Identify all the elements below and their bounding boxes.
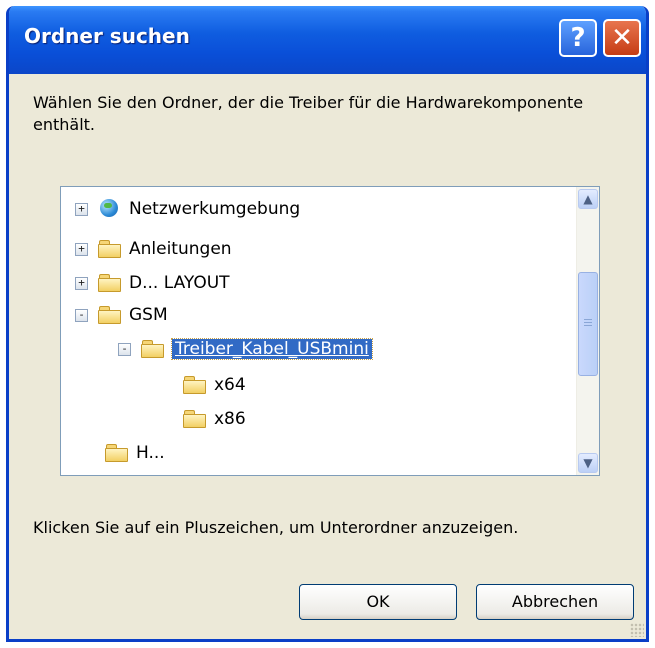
vertical-scrollbar[interactable]: ▲ ▼ [576, 187, 599, 475]
dialog-title: Ordner suchen [24, 24, 190, 48]
scroll-up-button[interactable]: ▲ [578, 189, 598, 209]
help-button[interactable]: ? [559, 19, 597, 57]
tree-item-treiber-kabel-usbmini[interactable]: - Treiber_Kabel_USBmini [118, 335, 373, 363]
expand-icon[interactable]: + [75, 242, 88, 256]
tree-item-label: x64 [214, 375, 246, 395]
tree-item-gsm[interactable]: - GSM [75, 301, 168, 329]
tree-item-label-selected: Treiber_Kabel_USBmini [171, 338, 373, 360]
tree-item-x86[interactable]: x86 [183, 405, 246, 433]
resize-grip-icon[interactable] [630, 623, 644, 637]
collapse-icon[interactable]: - [118, 342, 131, 356]
folder-icon [183, 410, 207, 428]
tree-item-label: Anleitungen [129, 239, 232, 259]
cancel-button[interactable]: Abbrechen [476, 584, 634, 620]
tree-item-h[interactable]: H... [105, 439, 165, 467]
tree-item-label: Netzwerkumgebung [129, 199, 301, 219]
collapse-icon[interactable]: - [75, 308, 88, 322]
network-globe-icon [98, 199, 122, 219]
hint-text: Klicken Sie auf ein Pluszeichen, um Unte… [33, 518, 519, 537]
title-bar[interactable]: Ordner suchen ? ✕ [9, 6, 646, 74]
tree-item-x64[interactable]: x64 [183, 371, 246, 399]
open-folder-icon [141, 340, 165, 358]
folder-icon [98, 306, 122, 324]
instruction-text: Wählen Sie den Ordner, der die Treiber f… [33, 93, 584, 134]
scroll-down-button[interactable]: ▼ [578, 453, 598, 473]
close-button[interactable]: ✕ [603, 19, 641, 57]
browse-folder-dialog: Ordner suchen ? ✕ Wählen Sie den Ordner,… [6, 6, 649, 642]
tree-item-label: H... [136, 443, 165, 463]
folder-icon [105, 444, 129, 462]
ok-button[interactable]: OK [299, 584, 457, 620]
folder-icon [98, 274, 122, 292]
expand-icon[interactable]: + [75, 202, 88, 216]
tree-item-anleitungen[interactable]: + Anleitungen [75, 235, 232, 263]
tree-item-label: x86 [214, 409, 246, 429]
scroll-thumb[interactable] [578, 272, 598, 376]
tree-item-label: D... LAYOUT [129, 273, 230, 293]
tree-item-label: GSM [129, 305, 168, 325]
tree-item-netzwerkumgebung[interactable]: + Netzwerkumgebung [75, 195, 300, 223]
folder-icon [98, 240, 122, 258]
folder-icon [183, 376, 207, 394]
expand-icon[interactable]: + [75, 276, 88, 290]
folder-tree[interactable]: + Netzwerkumgebung + Anleitungen + D... … [60, 186, 600, 476]
tree-item-layout[interactable]: + D... LAYOUT [75, 269, 230, 297]
